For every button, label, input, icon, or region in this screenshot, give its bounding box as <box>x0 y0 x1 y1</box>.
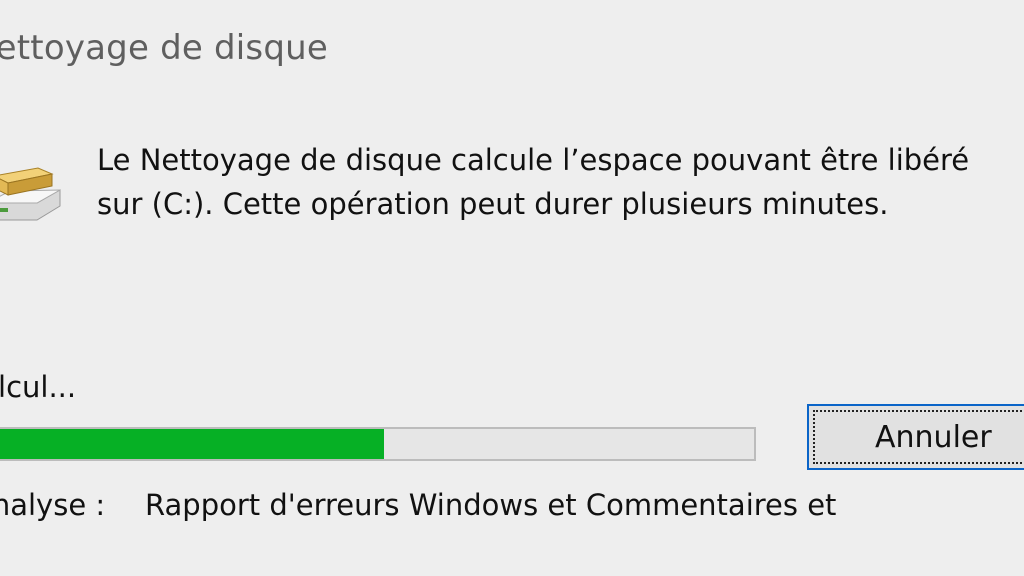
progress-fill <box>0 429 384 459</box>
message-line-2: sur (C:). Cette opération peut durer plu… <box>97 187 889 221</box>
cancel-button[interactable]: Annuler <box>807 404 1024 470</box>
disk-cleanup-icon <box>0 148 62 228</box>
message-line-1: Le Nettoyage de disque calcule l’espace … <box>97 143 970 177</box>
cancel-button-focus-outline: Annuler <box>813 410 1024 464</box>
analysis-value: Rapport d'erreurs Windows et Commentaire… <box>145 488 837 522</box>
cancel-button-label: Annuler <box>875 419 992 455</box>
dialog-title: Nettoyage de disque <box>0 28 328 68</box>
disk-cleanup-dialog: Nettoyage de disque Le Nettoyage de disq… <box>0 0 1024 576</box>
analysis-label: Analyse : <box>0 488 106 522</box>
calculation-message: Le Nettoyage de disque calcule l’espace … <box>97 138 969 226</box>
status-text: Calcul... <box>0 370 77 404</box>
progress-bar <box>0 427 756 461</box>
